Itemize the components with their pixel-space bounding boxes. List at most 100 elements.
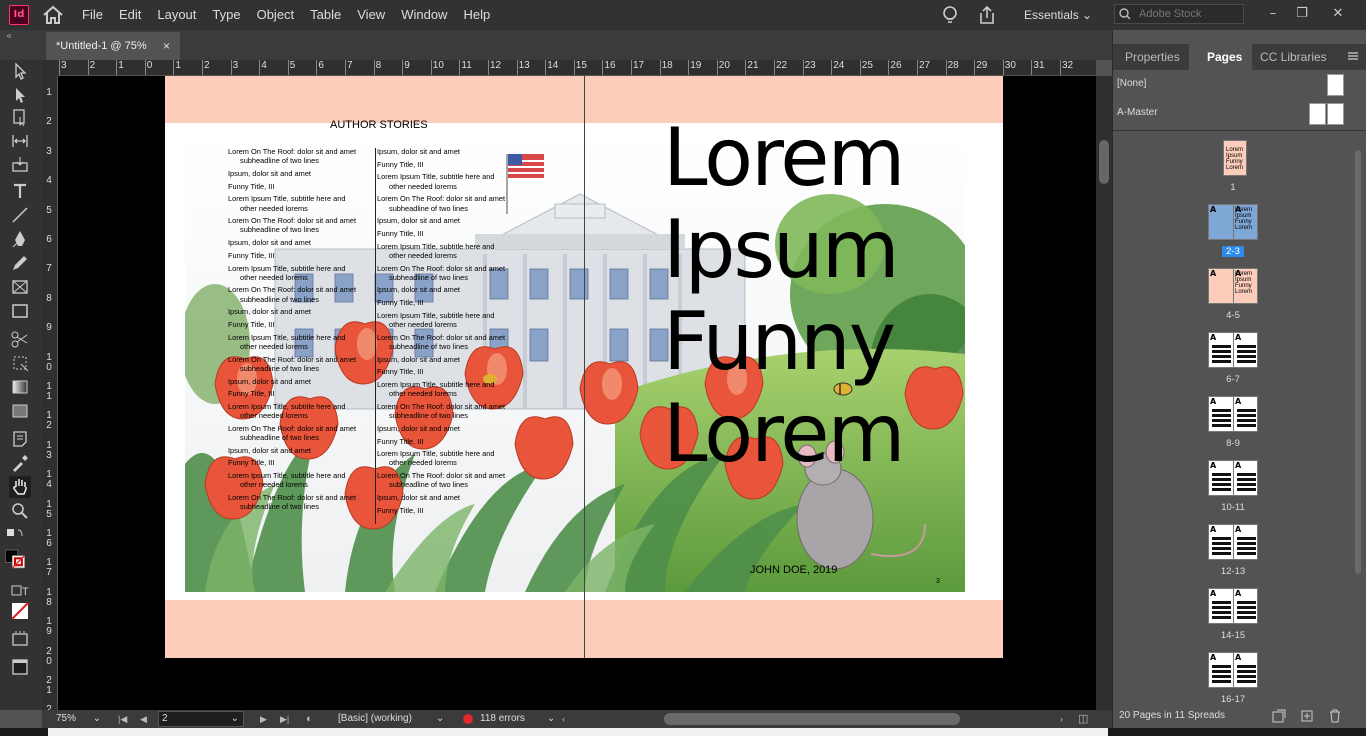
spread-thumbnail[interactable]: AA — [1208, 524, 1258, 560]
formatting-container-icon[interactable]: T — [9, 580, 31, 602]
preflight-error-icon[interactable] — [463, 714, 473, 724]
lightbulb-icon[interactable] — [939, 4, 961, 26]
spread-thumbnail[interactable]: AA — [1208, 332, 1258, 368]
taskbar-window[interactable] — [48, 728, 1108, 736]
spread-thumbnail[interactable]: Lorem Ipsum Funny Lorem — [1223, 140, 1247, 176]
note-tool-icon[interactable] — [9, 428, 31, 450]
fill-stroke-swatches[interactable] — [4, 548, 36, 578]
toolbar-collapse[interactable]: « — [0, 30, 42, 60]
spread-label[interactable]: 1 — [1203, 182, 1263, 193]
panel-scroll-thumb[interactable] — [1355, 150, 1361, 574]
spread-2-3[interactable]: AUTHOR STORIES Lorem On The Roof: dolor … — [165, 76, 1003, 658]
gradient-feather-tool-icon[interactable] — [9, 400, 31, 422]
spread-label[interactable]: 8-9 — [1203, 438, 1263, 449]
view-mode-icon[interactable] — [9, 656, 31, 678]
ruler-origin[interactable] — [42, 60, 58, 76]
spread-label[interactable]: 10-11 — [1203, 502, 1263, 513]
master-none[interactable]: [None] — [1117, 78, 1146, 89]
vertical-scroll-thumb[interactable] — [1099, 140, 1109, 184]
restore-button[interactable]: ❐ — [1290, 2, 1314, 26]
master-a-left-thumbnail[interactable] — [1309, 103, 1326, 125]
author-date[interactable]: JOHN DOE, 2019 — [750, 564, 837, 576]
tab-pages[interactable]: Pages — [1189, 44, 1253, 70]
menu-object[interactable]: Object — [257, 0, 295, 30]
type-tool-icon[interactable] — [9, 180, 31, 202]
new-page-icon[interactable] — [1299, 708, 1315, 724]
spread-label[interactable]: 12-13 — [1203, 566, 1263, 577]
menu-window[interactable]: Window — [401, 0, 447, 30]
swap-colors-icon[interactable] — [4, 526, 26, 548]
first-page-icon[interactable]: |◀ — [118, 712, 127, 726]
menu-view[interactable]: View — [357, 0, 385, 30]
page-number-field[interactable]: 2 ⌄ — [158, 711, 244, 727]
hand-tool-icon[interactable] — [9, 476, 31, 498]
spread-label[interactable]: 6-7 — [1203, 374, 1263, 385]
spread-label[interactable]: 2-3 — [1222, 246, 1244, 257]
document-tab[interactable]: *Untitled-1 @ 75% × — [46, 32, 180, 60]
menu-edit[interactable]: Edit — [119, 0, 141, 30]
menu-help[interactable]: Help — [463, 0, 490, 30]
pen-tool-icon[interactable] — [9, 228, 31, 250]
next-page-icon[interactable]: ▶ — [260, 712, 267, 726]
apply-none-icon[interactable] — [9, 600, 31, 622]
spread-thumbnail[interactable]: AA — [1208, 396, 1258, 432]
contents-heading[interactable]: AUTHOR STORIES — [330, 119, 428, 131]
home-icon[interactable] — [42, 4, 64, 26]
toc-column-left[interactable]: Lorem On The Roof: dolor sit and amet sub… — [228, 147, 356, 515]
page-tool-icon[interactable] — [9, 106, 31, 128]
last-page-icon[interactable]: ▶| — [280, 712, 289, 726]
minimize-button[interactable]: – — [1261, 2, 1285, 26]
vertical-scrollbar[interactable] — [1096, 76, 1112, 710]
menu-layout[interactable]: Layout — [157, 0, 196, 30]
preflight-profile-select[interactable]: [Basic] (working) ⌄ — [338, 712, 444, 726]
menu-table[interactable]: Table — [310, 0, 341, 30]
zoom-tool-icon[interactable] — [9, 500, 31, 522]
menu-type[interactable]: Type — [212, 0, 240, 30]
cover-title[interactable]: Lorem Ipsum Funny Lorem — [663, 112, 923, 480]
content-collector-icon[interactable] — [9, 154, 31, 176]
scroll-left-icon[interactable]: ‹ — [562, 712, 565, 726]
open-document-icon[interactable]: ◐ — [306, 712, 313, 726]
zoom-level-select[interactable]: 75% ⌄ — [56, 712, 106, 726]
line-tool-icon[interactable] — [9, 204, 31, 226]
close-button[interactable]: ✕ — [1326, 2, 1350, 26]
spread-thumbnail[interactable]: AA — [1208, 588, 1258, 624]
split-window-icon[interactable]: ◫ — [1078, 712, 1088, 726]
pasteboard[interactable]: AUTHOR STORIES Lorem On The Roof: dolor … — [58, 76, 1096, 710]
workspace-switcher[interactable]: Essentials ⌄ — [1024, 0, 1092, 30]
tab-cc-libraries[interactable]: CC Libraries — [1260, 44, 1327, 70]
share-icon[interactable] — [976, 4, 998, 26]
free-transform-tool-icon[interactable] — [9, 352, 31, 374]
spread-thumbnail[interactable]: A A Lorem Ipsum Funny Lorem — [1208, 204, 1258, 240]
panel-scrollbar[interactable] — [1353, 150, 1363, 690]
panel-menu-icon[interactable] — [1347, 50, 1359, 62]
master-a[interactable]: A-Master — [1117, 107, 1158, 118]
page-size-icon[interactable] — [1271, 708, 1287, 724]
screen-mode-icon[interactable] — [9, 628, 31, 650]
spread-thumbnail[interactable]: AA — [1208, 652, 1258, 688]
tab-properties[interactable]: Properties — [1125, 44, 1180, 70]
preflight-errors[interactable]: 118 errors ⌄ — [480, 712, 555, 726]
spread-thumbnail[interactable]: A A Lorem Ipsum Funny Lorem — [1208, 268, 1258, 304]
spread-label[interactable]: 4-5 — [1203, 310, 1263, 321]
scroll-right-icon[interactable]: › — [1060, 712, 1063, 726]
rectangle-tool-icon[interactable] — [9, 300, 31, 322]
rectangle-frame-tool-icon[interactable] — [9, 276, 31, 298]
pencil-tool-icon[interactable] — [9, 252, 31, 274]
adobe-stock-search[interactable]: Adobe Stock — [1114, 4, 1244, 24]
spread-label[interactable]: 14-15 — [1203, 630, 1263, 641]
horizontal-scroll-thumb[interactable] — [664, 713, 960, 725]
spread-label[interactable]: 16-17 — [1203, 694, 1263, 705]
close-tab-icon[interactable]: × — [163, 32, 170, 60]
gap-tool-icon[interactable] — [9, 130, 31, 152]
menu-file[interactable]: File — [82, 0, 103, 30]
eyedropper-tool-icon[interactable] — [9, 452, 31, 474]
spread-thumbnail[interactable]: AA — [1208, 460, 1258, 496]
master-none-thumbnail[interactable] — [1327, 74, 1344, 96]
gradient-swatch-tool-icon[interactable] — [9, 376, 31, 398]
previous-page-icon[interactable]: ◀ — [140, 712, 147, 726]
direct-selection-tool-icon[interactable] — [9, 84, 31, 106]
selection-tool-icon[interactable] — [9, 60, 31, 82]
master-a-right-thumbnail[interactable] — [1327, 103, 1344, 125]
scissors-tool-icon[interactable] — [9, 328, 31, 350]
